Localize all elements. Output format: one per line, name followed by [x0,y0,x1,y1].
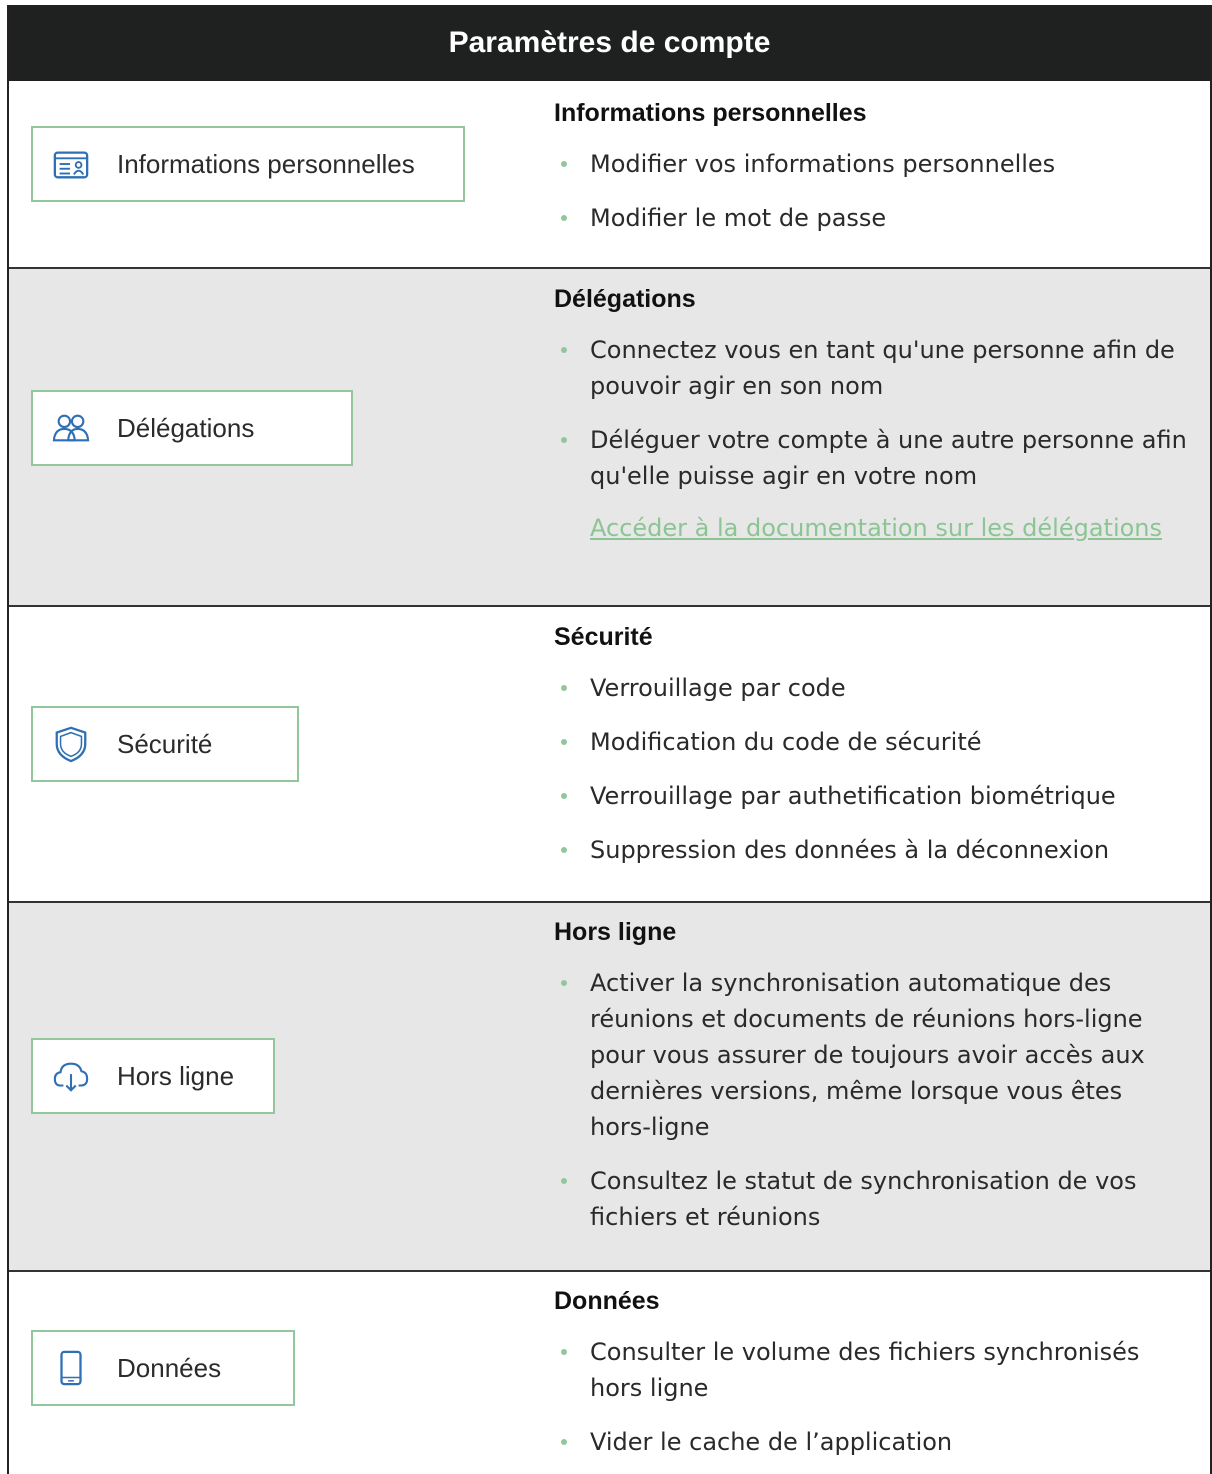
list-item: Suppression des données à la déconnexion [554,832,1190,868]
settings-table: Paramètres de compte Informations person… [7,5,1212,1474]
list-item: Verrouillage par authetification biométr… [554,778,1190,814]
cloud-download-icon [51,1056,91,1096]
button-label: Sécurité [117,728,213,759]
section-heading: Sécurité [554,623,653,651]
list-item: Activer la synchronisation automatique d… [554,965,1190,1145]
section-content: Sécurité Verrouillage par code Modificat… [554,623,1190,868]
section-content: Données Consulter le volume des fichiers… [554,1287,1190,1460]
button-label: Hors ligne [117,1060,235,1091]
section-content: Hors ligne Activer la synchronisation au… [554,918,1190,1235]
section-content: Informations personnelles Modifier vos i… [554,99,1190,236]
list-item: Connectez vous en tant qu'une personne a… [554,332,1190,404]
list-item: Modification du code de sécurité [554,724,1190,760]
row-securite: Sécurité Sécurité Verrouillage par code … [9,607,1210,903]
donnees-button[interactable]: Données [31,1330,295,1406]
delegations-button[interactable]: Délégations [31,390,353,466]
securite-button[interactable]: Sécurité [31,706,299,782]
row-hors-ligne: Hors ligne Hors ligne Activer la synchro… [9,903,1210,1272]
list-item: Consulter le volume des fichiers synchro… [554,1334,1190,1406]
list-item: Déléguer votre compte à une autre person… [554,422,1190,494]
hors-ligne-button[interactable]: Hors ligne [31,1038,275,1114]
table-header: Paramètres de compte [9,5,1210,81]
page-title: Paramètres de compte [448,26,771,59]
row-donnees: Données Données Consulter le volume des … [9,1272,1210,1474]
list-item: Verrouillage par code [554,670,1190,706]
button-label: Délégations [117,412,255,443]
list-item: Modifier vos informations personnelles [554,146,1190,182]
list-item: Consultez le statut de synchronisation d… [554,1163,1190,1235]
shield-icon [51,724,91,764]
section-heading: Hors ligne [554,918,677,946]
users-icon [51,408,91,448]
list-item: Modifier le mot de passe [554,200,1190,236]
button-label: Données [117,1352,222,1383]
section-heading: Informations personnelles [554,99,867,127]
documentation-link[interactable]: Accéder à la documentation sur les délég… [554,510,1190,546]
row-informations-personnelles: Informations personnelles Informations p… [9,81,1210,269]
row-delegations: Délégations Délégations Connectez vous e… [9,269,1210,607]
button-label: Informations personnelles [117,148,415,179]
section-heading: Délégations [554,285,696,313]
section-heading: Données [554,1287,660,1315]
informations-personnelles-button[interactable]: Informations personnelles [31,126,465,202]
phone-icon [51,1348,91,1388]
section-content: Délégations Connectez vous en tant qu'un… [554,285,1190,546]
id-card-icon [51,144,91,184]
list-item: Vider le cache de l’application [554,1424,1190,1460]
